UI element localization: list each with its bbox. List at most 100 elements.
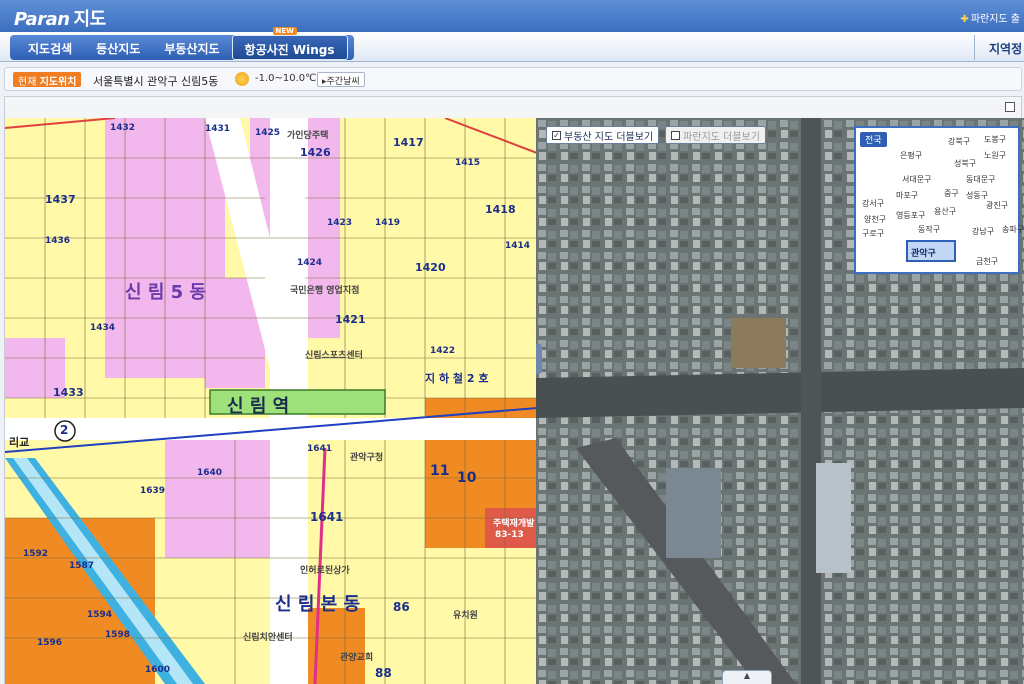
minimap-district: 구로구 — [862, 229, 885, 238]
place-label: 인허로된상가 — [300, 566, 350, 576]
district-name: 신 림 본 동 — [275, 594, 361, 615]
minimap-district: 강북구 — [948, 137, 971, 146]
boundary-line — [444, 118, 536, 154]
parcel-number: 86 — [393, 600, 410, 614]
parcel-number: 1426 — [300, 146, 331, 159]
place-label: 관양교회 — [340, 653, 374, 663]
region-button[interactable]: 지역정 — [974, 35, 1024, 60]
map-toolbar-strip — [4, 96, 1022, 118]
parcel-number: 1436 — [45, 236, 71, 246]
parcel-number: 1641 — [307, 444, 333, 454]
paran-dual-view-toggle[interactable]: 파란지도 더블보기 — [665, 126, 766, 144]
location-address: 서울특별시 관악구 신림5동 — [93, 75, 219, 88]
parcel-number: 11 — [430, 463, 450, 479]
logo-sub-text: 지도 — [73, 9, 107, 30]
boundary-line — [5, 118, 116, 129]
minimap-district: 용산구 — [934, 207, 957, 216]
parcel-number: 1419 — [375, 218, 401, 228]
bottom-panel-toggle[interactable]: ▲ — [722, 670, 772, 684]
tab-label: 항공사진 Wings — [244, 43, 335, 57]
station-exit-number: 2 — [60, 423, 69, 437]
location-bar: 현재 지도위치 서울특별시 관악구 신림5동 -1.0~10.0℃ ▸주간날씨 — [4, 67, 1022, 91]
weather-temperature: -1.0~10.0℃ — [255, 73, 317, 84]
station-name: 신 림 역 — [227, 396, 290, 417]
tab-label: 부동산지도 — [164, 42, 220, 56]
plus-icon: ✚ — [960, 14, 969, 25]
parcel-number: 1587 — [69, 561, 95, 571]
minimap-district: 중구 — [944, 189, 959, 198]
aerial-tower — [816, 463, 851, 573]
logo-text: Paran — [14, 9, 70, 30]
parcel-number: 1641 — [310, 510, 344, 524]
top-header: Paran 지도 ✚ 파란지도 출 — [0, 0, 1024, 32]
parcel-number: 1420 — [415, 261, 446, 274]
place-label: 리교 — [9, 436, 30, 449]
aerial-tower — [666, 468, 721, 558]
district-name: 신 림 5 동 — [125, 282, 207, 303]
toggle-label: 부동산 지도 더블보기 — [564, 131, 654, 143]
weekly-weather-label: 주간날씨 — [326, 77, 360, 87]
chevron-up-icon: ▲ — [743, 671, 751, 680]
nav-bar: 지도검색 등산지도 부동산지도 NEW 항공사진 Wings 지역정 — [0, 27, 1024, 62]
minimap-district: 성동구 — [966, 191, 989, 200]
parcel-number: 88 — [375, 666, 392, 680]
parcel-number: 10 — [457, 470, 477, 486]
checkbox-unchecked-icon — [671, 130, 681, 140]
parcel-number: 1423 — [327, 218, 353, 228]
panel-resize-handle[interactable] — [536, 344, 542, 374]
region-button-label: 지역정 — [989, 42, 1023, 56]
parcel-number: 1418 — [485, 203, 516, 216]
aerial-construction-site — [731, 318, 786, 368]
minimap-district: 송파구 — [1002, 225, 1024, 234]
paran-logo[interactable]: Paran 지도 — [14, 5, 106, 31]
place-label: 주택재개발 — [493, 519, 535, 529]
tab-label: 지도검색 — [28, 42, 73, 56]
nav-tabs: 지도검색 등산지도 부동산지도 NEW 항공사진 Wings — [10, 27, 354, 60]
minimap-district: 금천구 — [976, 257, 999, 266]
minimap-district: 은평구 — [900, 151, 923, 160]
parcel-number: 1596 — [37, 638, 63, 648]
minimap-district: 강남구 — [972, 227, 995, 236]
parcel-number: 1415 — [455, 158, 481, 168]
minimap-district: 양천구 — [864, 215, 887, 224]
parcel-number: 1434 — [90, 323, 116, 333]
place-label: 국민은행 영업지점 — [290, 286, 360, 296]
parcel-number: 1433 — [53, 386, 84, 399]
minimap-district: 도봉구 — [984, 135, 1007, 144]
parcel-number: 1592 — [23, 549, 49, 559]
parcel-number: 1424 — [297, 258, 323, 268]
tab-realestate-map[interactable]: 부동산지도 — [152, 35, 231, 60]
minimap-district: 광진구 — [986, 201, 1009, 210]
tab-hiking-map[interactable]: 등산지도 — [84, 35, 152, 60]
tab-map-search[interactable]: 지도검색 — [16, 35, 84, 60]
top-right-link[interactable]: ✚ 파란지도 출 — [960, 10, 1020, 25]
minimap-district: 마포구 — [896, 191, 919, 200]
minimap-nationwide-tag[interactable]: 전국 — [860, 132, 887, 147]
realestate-dual-view-toggle[interactable]: ✓ 부동산 지도 더블보기 — [546, 126, 660, 144]
weekly-weather-button[interactable]: ▸주간날씨 — [317, 72, 365, 87]
parcel-number: 1598 — [105, 630, 131, 640]
realestate-map[interactable]: 신 림 역 신 림 5 동 신 림 본 동 지 하 철 2 호 2 1432 1… — [4, 118, 536, 684]
subway-label: 지 하 철 2 호 — [425, 372, 489, 385]
toggle-label: 파란지도 더블보기 — [683, 131, 760, 143]
parcel-number: 1425 — [255, 128, 281, 138]
badge-label: 지도위치 — [39, 77, 77, 88]
new-badge: NEW — [272, 27, 297, 35]
place-label: 신림치안센터 — [243, 633, 293, 643]
minimap-current-region[interactable]: 관악구 — [906, 240, 956, 262]
place-label: 신림스포츠센터 — [305, 351, 363, 361]
expand-icon[interactable] — [1005, 102, 1015, 112]
place-label: 가인당주택 — [287, 131, 329, 141]
parcel-number: 1421 — [335, 313, 366, 326]
parcel-number: 1600 — [145, 665, 171, 675]
parcel-number: 1417 — [393, 136, 424, 149]
parcel-number: 1594 — [87, 610, 113, 620]
tab-aerial-photo[interactable]: NEW 항공사진 Wings — [231, 27, 348, 60]
minimap-district: 동대문구 — [966, 175, 996, 184]
badge-prefix: 현재 — [18, 77, 37, 88]
overview-minimap[interactable]: 전국 강북구 도봉구 노원구 은평구 성북구 서대문구 동대문구 마포구 중구 … — [854, 126, 1024, 274]
place-label: 83-13 — [495, 530, 524, 540]
aerial-photo-map[interactable]: ✓ 부동산 지도 더블보기 파란지도 더블보기 전국 강북구 도봉구 노원구 은… — [536, 118, 1024, 684]
top-right-link-text: 파란지도 출 — [970, 14, 1020, 25]
sun-icon — [235, 72, 249, 86]
